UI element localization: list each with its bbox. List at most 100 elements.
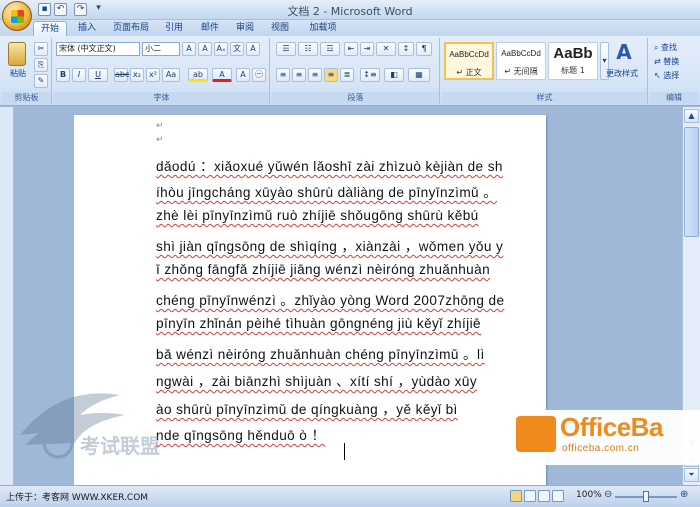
bullets-icon[interactable]: ☰	[276, 42, 296, 56]
align-left-icon[interactable]: ≡	[276, 68, 290, 82]
styles-group: AaBbCcDd ↵ 正文 AaBbCcDd ↵ 无间隔 AaBb 标题 1 ▾…	[442, 38, 648, 104]
document-line[interactable]: ào shūrù pīnyīnzìmǔ de qíngkuàng ，yě kěy…	[156, 398, 458, 418]
full-screen-reading-icon[interactable]	[524, 490, 536, 502]
enclose-char-icon[interactable]: ㊀	[252, 68, 266, 82]
font-group-label: 字体	[54, 92, 269, 103]
scroll-thumb[interactable]	[684, 127, 699, 237]
document-line[interactable]: ngwài ，zài biānzhì shìjuàn 、xítí shí ，yù…	[156, 370, 477, 390]
print-layout-icon[interactable]	[510, 490, 522, 502]
change-case-icon[interactable]: Aa	[162, 68, 180, 82]
clear-format-icon[interactable]: Aₓ	[214, 42, 228, 56]
highlight-icon[interactable]: ab	[188, 68, 208, 82]
find-button[interactable]: ⌕ 查找	[654, 42, 677, 53]
align-center-icon[interactable]: ≡	[292, 68, 306, 82]
style-normal-sample: AaBbCcDd	[449, 50, 489, 59]
zoom-out-icon[interactable]: ⊖	[604, 489, 612, 500]
ribbon-tabs: 开始 插入 页面布局 引用 邮件 审阅 视图 加载项	[0, 20, 700, 36]
tab-references[interactable]: 引用	[160, 21, 188, 36]
font-color-icon[interactable]: A	[212, 68, 232, 82]
italic-button[interactable]: I	[72, 68, 86, 82]
zoom-slider-thumb[interactable]	[643, 491, 649, 502]
style-heading1[interactable]: AaBb 标题 1	[548, 42, 598, 80]
tab-mailings[interactable]: 邮件	[196, 21, 224, 36]
increase-indent-icon[interactable]: ⇥	[360, 42, 374, 56]
tab-view[interactable]: 视图	[266, 21, 294, 36]
paste-icon[interactable]	[8, 42, 26, 66]
editing-group-label: 编辑	[650, 92, 698, 103]
document-line[interactable]: chéng pīnyīnwénzì 。zhǐyào yòng Word 2007…	[156, 289, 504, 309]
justify-icon[interactable]: ≡	[324, 68, 338, 82]
tab-home[interactable]: 开始	[33, 21, 67, 36]
style-no-spacing[interactable]: AaBbCcDd ↵ 无间隔	[496, 42, 546, 80]
distributed-icon[interactable]: ≣	[340, 68, 354, 82]
replace-button[interactable]: ⇄ 替换	[654, 56, 679, 67]
zoom-in-icon[interactable]: ⊕	[680, 489, 688, 500]
select-label: 选择	[663, 71, 680, 80]
multilevel-list-icon[interactable]: ☲	[320, 42, 340, 56]
sort-icon[interactable]: ↕	[398, 42, 414, 56]
document-line[interactable]: dǎodú ：xiǎoxué yǔwén lǎoshī zài zhìzuò k…	[156, 155, 503, 175]
numbering-icon[interactable]: ☷	[298, 42, 318, 56]
change-styles-label[interactable]: 更改样式	[606, 68, 638, 79]
outline-view-icon[interactable]	[552, 490, 564, 502]
document-line[interactable]: pīnyīn zhǐnán pèihé tìhuàn gōngnéng jiù …	[156, 316, 481, 331]
zoom-level[interactable]: 100%	[576, 490, 602, 500]
document-line[interactable]: zhè lèi pīnyīnzìmǔ ruò zhíjiē shǒugōng s…	[156, 208, 479, 223]
word-window: ▪ ↶ ↷ ▾ 文档 2 - Microsoft Word 开始 插入 页面布局…	[0, 0, 700, 507]
line-spacing-icon[interactable]: ↕≡	[360, 68, 380, 82]
strikethrough-button[interactable]: abc	[114, 68, 129, 82]
borders-icon[interactable]: ▦	[408, 68, 430, 82]
select-icon: ↖	[654, 71, 661, 80]
font-name-field[interactable]: 宋体 (中文正文)	[56, 42, 140, 56]
web-layout-icon[interactable]	[538, 490, 550, 502]
document-line[interactable]: bǎ wénzì nèiróng zhuǎnhuàn chéng pīnyīnz…	[156, 343, 485, 363]
show-marks-icon[interactable]: ¶	[416, 42, 432, 56]
style-normal-name: ↵ 正文	[456, 68, 482, 77]
ribbon: 粘贴 ✂ ⎘ ✎ 剪贴板 宋体 (中文正文) 小二 A A Aₓ 文 A B I…	[0, 36, 700, 106]
shading-icon[interactable]: ◧	[384, 68, 404, 82]
font-group: 宋体 (中文正文) 小二 A A Aₓ 文 A B I U abc x₂ x² …	[54, 38, 270, 104]
paragraph-mark: ↵	[156, 121, 164, 131]
char-border-icon[interactable]: A	[246, 42, 260, 56]
text-caret	[344, 443, 345, 460]
styles-group-label: 样式	[442, 92, 647, 103]
grow-font-icon[interactable]: A	[182, 42, 196, 56]
clipboard-group-label: 剪贴板	[2, 92, 51, 103]
change-styles-icon[interactable]: A	[612, 42, 636, 62]
tab-page-layout[interactable]: 页面布局	[108, 21, 154, 36]
office-logo-icon	[11, 10, 24, 23]
char-shading-icon[interactable]: A	[236, 68, 250, 82]
underline-button[interactable]: U	[88, 68, 108, 82]
style-normal[interactable]: AaBbCcDd ↵ 正文	[444, 42, 494, 80]
chinese-layout-icon[interactable]: ✕	[376, 42, 396, 56]
format-painter-icon[interactable]: ✎	[34, 74, 48, 88]
bold-button[interactable]: B	[56, 68, 70, 82]
align-right-icon[interactable]: ≡	[308, 68, 322, 82]
subscript-button[interactable]: x₂	[130, 68, 144, 82]
document-page[interactable]: ↵ ↵ dǎodú ：xiǎoxué yǔwén lǎoshī zài zhìz…	[74, 115, 546, 495]
document-line[interactable]: ī zhǒng fāngfǎ zhíjiē jiāng wénzì nèirón…	[156, 262, 490, 277]
status-text: 上传于：考客网 WWW.XKER.COM	[6, 493, 149, 503]
document-line[interactable]: shì jiàn qīngsōng de shìqíng ，xiànzài ，w…	[156, 235, 503, 255]
scroll-up-icon[interactable]: ▲	[684, 109, 699, 123]
select-button[interactable]: ↖ 选择	[654, 70, 679, 81]
font-size-field[interactable]: 小二	[142, 42, 180, 56]
window-title: 文档 2 - Microsoft Word	[287, 5, 413, 18]
decrease-indent-icon[interactable]: ⇤	[344, 42, 358, 56]
office-button[interactable]	[2, 1, 32, 31]
shrink-font-icon[interactable]: A	[198, 42, 212, 56]
tab-addins[interactable]: 加载项	[303, 21, 343, 36]
next-page-icon[interactable]: ⏷	[684, 468, 699, 482]
officeba-brand: OfficeBa	[560, 412, 663, 442]
tab-insert[interactable]: 插入	[72, 21, 102, 36]
tab-review[interactable]: 审阅	[231, 21, 259, 36]
superscript-button[interactable]: x²	[146, 68, 160, 82]
document-line[interactable]: nde qīngsōng hěnduō ò ！	[156, 424, 325, 444]
cut-icon[interactable]: ✂	[34, 42, 48, 56]
copy-icon[interactable]: ⎘	[34, 58, 48, 72]
phonetic-guide-icon[interactable]: 文	[230, 42, 244, 56]
title-bar: ▪ ↶ ↷ ▾ 文档 2 - Microsoft Word	[0, 0, 700, 20]
document-line[interactable]: íhòu jīngcháng xūyào shūrù dàliàng de pī…	[156, 181, 497, 201]
status-bar: 上传于：考客网 WWW.XKER.COM 100% ⊖ ⊕	[0, 485, 700, 507]
paste-label[interactable]: 粘贴	[10, 68, 26, 79]
